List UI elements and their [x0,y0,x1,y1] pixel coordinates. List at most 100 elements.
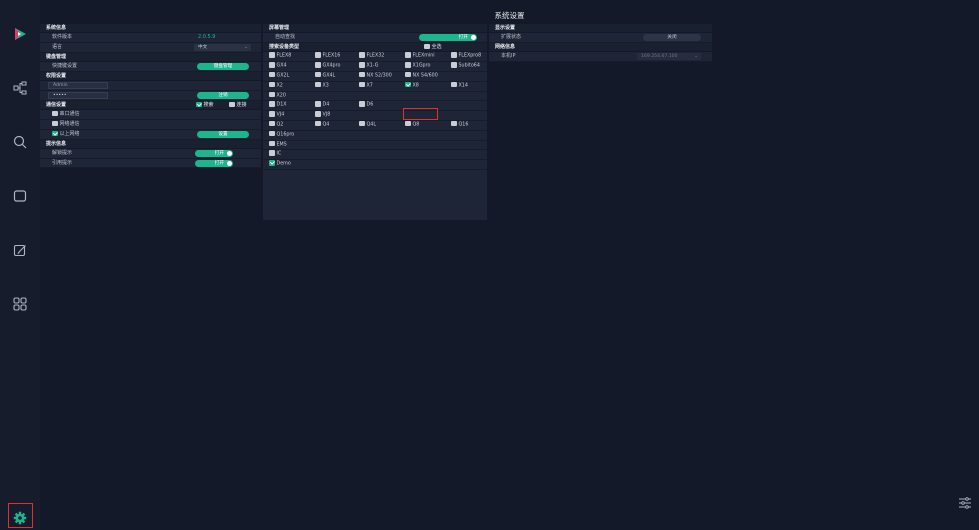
device-option[interactable]: X7 [359,81,373,91]
password-input[interactable]: ••••• [48,92,108,100]
language-select[interactable]: 中文 ⌄ [194,44,251,52]
device-option[interactable]: EMS [269,140,287,150]
device-option[interactable]: FLEX32 [359,52,384,61]
comm-settings-button[interactable]: 设置 [197,130,249,138]
row-network[interactable]: 网络通信 [40,120,261,130]
device-option[interactable]: Demo [269,160,291,169]
row-software-version: 软件版本 2.0.5.9 [40,33,261,44]
device-option[interactable]: FLEX16 [315,52,340,61]
device-row: FLEX8 FLEX16 FLEX32 FLEXmini FLEXpro8 [263,52,487,63]
checkbox-icon [269,111,275,117]
device-option-label: FLEXmini [412,53,435,59]
device-option[interactable]: X2 [269,81,283,91]
device-option[interactable]: GX4 [269,62,287,71]
section-display: 显示设置 [489,24,712,34]
device-option[interactable]: NX S2/300 [359,71,392,81]
device-option[interactable]: FLEXpro8 [451,52,481,61]
search-mode-option[interactable]: 搜索 [196,101,214,109]
checkbox-icon [451,62,457,68]
device-option-label: Q4 [322,122,330,128]
device-row: X2 X3 X7 X8 X14 [263,81,487,92]
device-option[interactable]: Subito64 [451,62,480,71]
device-option-label: GX4 [276,63,287,69]
logout-button[interactable]: 注销 [197,92,249,100]
device-option-label: IC [276,151,282,157]
mid-panel: 屏幕管理 自动查找 打开 搜索设备类型 全选 FLEX8 FLEX16 FLEX32… [263,24,487,220]
quote-tip-state: 打开 [214,160,224,166]
section-shortcut: 键盘管理 [40,52,261,63]
extend-state-label: 扩展状态 [501,34,522,41]
device-option-label: X20 [276,92,286,98]
device-option[interactable]: X1Gpro [405,62,430,71]
username-input[interactable]: Admin [48,82,108,90]
device-option[interactable]: Q8 [405,120,419,130]
unlock-tip-toggle[interactable]: 打开 [195,149,233,157]
device-option[interactable]: VJ8 [315,111,330,120]
checkbox-icon [269,130,275,137]
device-option-label: FLEX8 [276,53,292,59]
device-option[interactable]: FLEXmini [405,52,435,61]
device-option[interactable]: Q2 [269,120,284,130]
checkbox-icon [451,120,457,127]
section-comm: 通信设置 搜索 连接 [40,100,261,111]
search-mode-label: 搜索 [203,101,214,108]
device-option[interactable]: GX4pro [315,62,340,71]
screen-icon[interactable] [10,186,30,206]
section-device-type: 搜索设备类型 全选 [263,43,487,53]
select-all-option[interactable]: 全选 [424,43,442,51]
local-ip-label: 本机IP [501,53,516,60]
quote-tip-toggle[interactable]: 打开 [195,159,233,167]
device-option[interactable]: FLEX8 [269,52,291,61]
search-icon[interactable] [10,132,30,152]
device-option[interactable]: X8 [405,81,419,91]
device-option[interactable]: GX2L [269,71,289,81]
play-logo-icon[interactable] [10,24,30,44]
network-tree-icon[interactable] [10,78,30,98]
device-option[interactable]: D1X [269,101,287,110]
device-option-label: Q4L [366,122,377,128]
device-option-label: X8 [412,83,419,89]
device-option[interactable]: Q4L [359,120,377,130]
checkbox-icon [269,101,275,107]
device-option[interactable]: X1-G [359,62,378,71]
device-option-label: Q16pro [276,132,295,138]
row-ethernet[interactable]: 以上网络 设置 [40,130,261,140]
device-option[interactable]: D4 [315,101,329,110]
checkbox-icon [269,81,275,88]
local-ip-select[interactable]: 169.254.67.100 ⌄ [637,53,701,61]
device-option[interactable]: Q16pro [269,130,295,140]
device-option[interactable]: IC [269,150,281,159]
device-option[interactable]: GX4L [315,71,335,81]
device-option[interactable]: NX S4/600 [405,71,438,81]
auto-search-toggle[interactable]: 打开 [419,34,477,42]
device-option[interactable]: X3 [315,81,329,91]
row-username: Admin [40,81,261,92]
filter-sliders-icon[interactable] [958,496,972,510]
checkbox-icon [359,52,365,58]
device-option-label: Q16 [458,122,469,128]
section-network-info: 网络信息 [489,43,712,53]
language-label: 语言 [52,44,63,51]
chevron-down-icon: ⌄ [694,54,698,60]
checkbox-icon [315,81,321,88]
page-title: 系统设置 [494,11,525,20]
device-option[interactable]: Q4 [315,120,330,130]
connect-mode-option[interactable]: 连接 [229,101,247,109]
device-option[interactable]: Q16 [451,120,469,130]
device-option-label: FLEX32 [366,53,385,59]
checkbox-icon [315,111,321,117]
checkbox-icon [405,62,411,68]
device-option-label: X1Gpro [412,63,431,69]
extend-state-toggle[interactable]: 关闭 [643,34,701,42]
device-option[interactable]: D6 [359,101,373,110]
keyboard-manage-button[interactable]: 键盘管理 [197,63,249,71]
checkbox-icon [269,120,275,127]
grid-icon[interactable] [10,294,30,314]
device-row: D1X D4 D6 [263,101,487,112]
row-serial[interactable]: 串口通信 [40,110,261,120]
device-option-label: Q2 [276,122,284,128]
device-option[interactable]: X20 [269,91,286,101]
device-option[interactable]: X14 [451,81,468,91]
device-option[interactable]: VJ4 [269,111,284,120]
edit-icon[interactable] [10,240,30,260]
